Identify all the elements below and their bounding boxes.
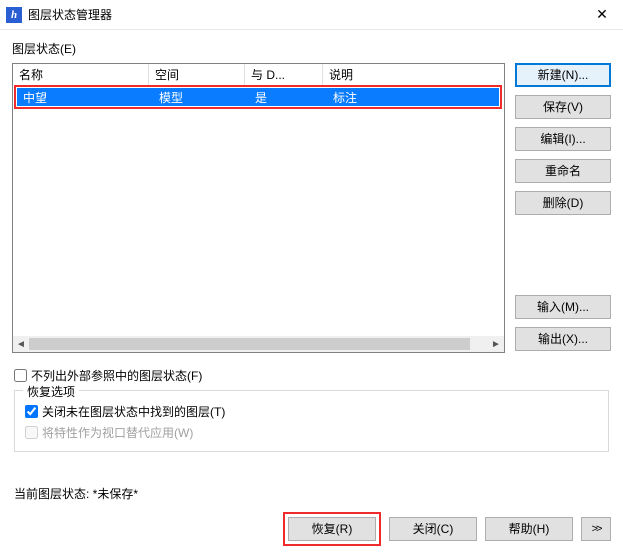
col-header-name[interactable]: 名称 xyxy=(13,64,149,85)
scroll-left-icon[interactable]: ◄ xyxy=(13,336,29,352)
external-ref-checkbox[interactable] xyxy=(14,369,27,382)
turnoff-missing-row: 关闭未在图层状态中找到的图层(T) xyxy=(25,403,600,420)
col-header-space[interactable]: 空间 xyxy=(149,64,245,85)
app-icon: h xyxy=(6,7,22,23)
export-button[interactable]: 输出(X)... xyxy=(515,327,611,351)
rename-button[interactable]: 重命名 xyxy=(515,159,611,183)
turnoff-missing-label: 关闭未在图层状态中找到的图层(T) xyxy=(42,403,225,420)
col-header-same-as-dwg[interactable]: 与 D... xyxy=(245,64,323,85)
highlight-box: 中望 模型 是 标注 xyxy=(14,85,502,109)
horizontal-scrollbar[interactable]: ◄ ► xyxy=(13,336,504,352)
delete-button[interactable]: 删除(D) xyxy=(515,191,611,215)
restore-options-fieldset: 恢复选项 关闭未在图层状态中找到的图层(T) 将特性作为视口替代应用(W) xyxy=(14,390,609,452)
save-button[interactable]: 保存(V) xyxy=(515,95,611,119)
scroll-right-icon[interactable]: ► xyxy=(488,336,504,352)
viewport-override-label: 将特性作为视口替代应用(W) xyxy=(42,424,193,441)
cell-desc: 标注 xyxy=(327,88,499,107)
edit-button[interactable]: 编辑(I)... xyxy=(515,127,611,151)
cell-space: 模型 xyxy=(153,88,249,107)
turnoff-missing-checkbox[interactable] xyxy=(25,405,38,418)
expand-button[interactable]: >> xyxy=(581,517,611,541)
titlebar: h 图层状态管理器 ✕ xyxy=(0,0,623,30)
viewport-override-checkbox xyxy=(25,426,38,439)
restore-button[interactable]: 恢复(R) xyxy=(288,517,376,541)
status-value: *未保存* xyxy=(93,487,138,501)
cell-name: 中望 xyxy=(17,88,153,107)
cell-dd: 是 xyxy=(249,88,327,107)
scroll-track[interactable] xyxy=(29,336,488,352)
external-ref-label: 不列出外部参照中的图层状态(F) xyxy=(31,367,202,384)
help-button[interactable]: 帮助(H) xyxy=(485,517,573,541)
status-prefix: 当前图层状态: xyxy=(14,487,93,501)
import-button[interactable]: 输入(M)... xyxy=(515,295,611,319)
table-header: 名称 空间 与 D... 说明 xyxy=(13,64,504,84)
layer-states-table[interactable]: 名称 空间 与 D... 说明 中望 模型 是 标注 ◄ xyxy=(12,63,505,353)
table-row[interactable]: 中望 模型 是 标注 xyxy=(17,88,499,106)
restore-options-legend: 恢复选项 xyxy=(23,383,79,400)
col-header-description[interactable]: 说明 xyxy=(323,64,504,85)
close-icon[interactable]: ✕ xyxy=(581,1,623,29)
restore-highlight-box: 恢复(R) xyxy=(283,512,381,546)
external-ref-checkbox-row: 不列出外部参照中的图层状态(F) xyxy=(14,367,611,384)
current-state-status: 当前图层状态: *未保存* xyxy=(12,485,611,502)
new-button[interactable]: 新建(N)... xyxy=(515,63,611,87)
close-button[interactable]: 关闭(C) xyxy=(389,517,477,541)
viewport-override-row: 将特性作为视口替代应用(W) xyxy=(25,424,600,441)
layer-states-label: 图层状态(E) xyxy=(12,40,611,57)
scroll-thumb[interactable] xyxy=(29,338,470,350)
window-title: 图层状态管理器 xyxy=(28,6,581,23)
